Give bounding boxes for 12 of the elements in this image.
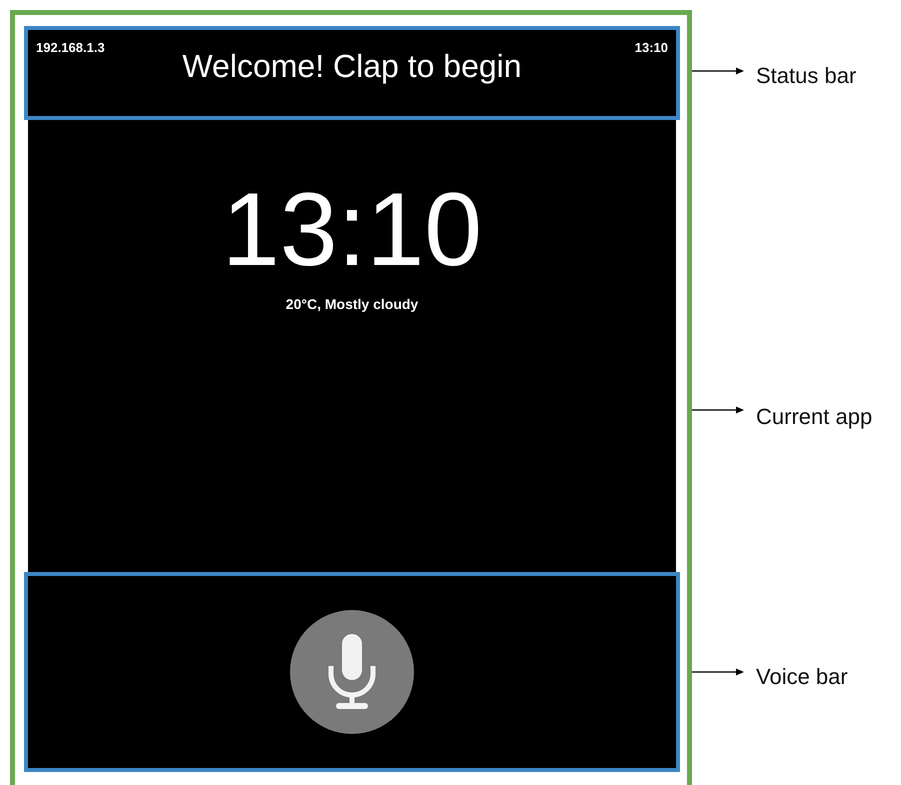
arrow	[692, 667, 744, 677]
callout-label: Current app	[756, 404, 872, 430]
status-time: 13:10	[634, 40, 668, 55]
arrow	[692, 66, 744, 76]
weather-text: 20°C, Mostly cloudy	[286, 296, 418, 312]
ip-address: 192.168.1.3	[36, 40, 105, 55]
arrow	[692, 405, 744, 415]
microphone-icon	[327, 634, 377, 710]
callout-label: Status bar	[756, 63, 856, 89]
status-message: Welcome! Clap to begin	[182, 48, 522, 85]
clock-time: 13:10	[222, 178, 482, 282]
callout-label: Voice bar	[756, 664, 848, 690]
